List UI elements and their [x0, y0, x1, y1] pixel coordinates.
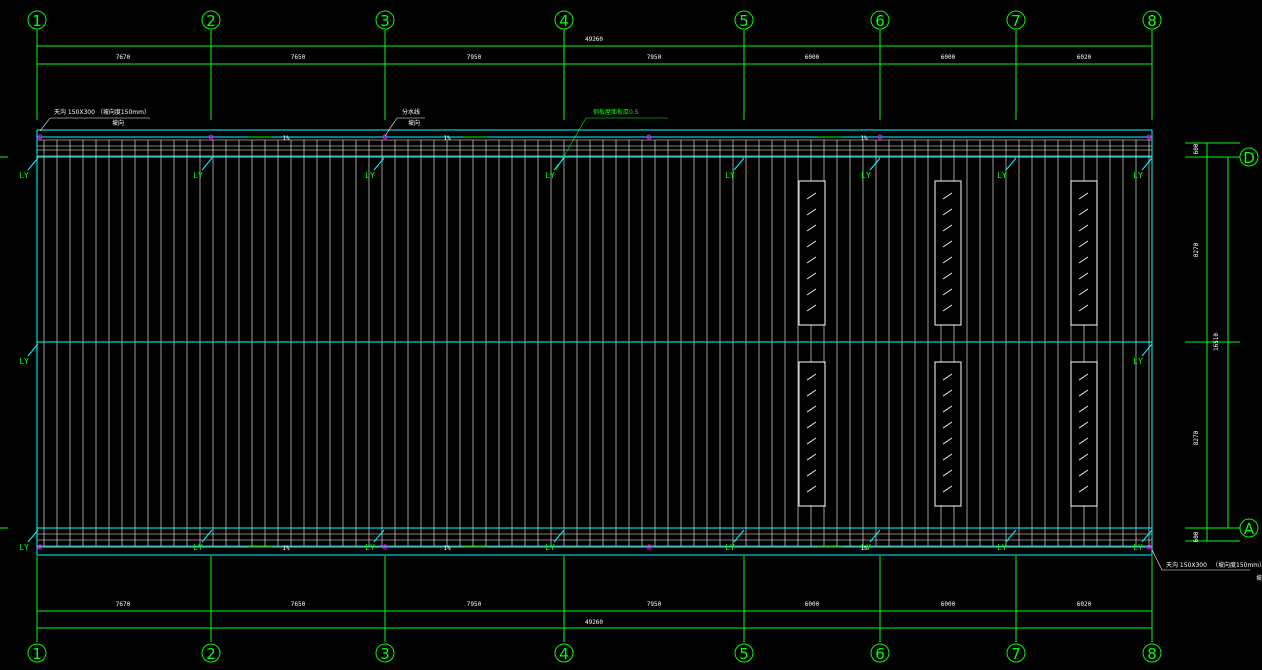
dim-right-part: 8270: [1193, 242, 1200, 257]
skylight: [1070, 361, 1098, 507]
downpipe-label: LY: [545, 171, 555, 180]
grid-bubble-label: A: [1244, 520, 1255, 538]
dim-top-span: 6020: [1077, 54, 1092, 61]
grid-bubble-label: 4: [559, 12, 569, 30]
grid-bubble-label: 5: [739, 12, 749, 30]
note-gutter-top: 天沟 150X300 （坡向度150mm）: [54, 108, 150, 116]
downpipe-label: LY: [19, 357, 29, 366]
dim-top-span: 6000: [941, 54, 956, 61]
dim-top-span: 7950: [467, 54, 482, 61]
skylight: [798, 361, 826, 507]
slope-label: 1%: [282, 545, 290, 552]
grid-bubble-label: 3: [380, 645, 390, 663]
grid-bubble-label: D: [1243, 149, 1255, 167]
slope-label: 1%: [443, 135, 451, 142]
dim-bottom-span: 7950: [647, 601, 662, 608]
downpipe-label: LY: [725, 171, 735, 180]
downpipe-label: LY: [365, 171, 375, 180]
downpipe-label: LY: [1133, 357, 1143, 366]
dim-right-part: 600: [1193, 143, 1200, 154]
dim-bottom-span: 7950: [467, 601, 482, 608]
slope-label: 1%: [860, 135, 868, 142]
note-watershed-sub: 坡向: [408, 119, 420, 127]
grid-bubble-label: 4: [559, 645, 569, 663]
slope-label: 1%: [282, 135, 290, 142]
downpipe-label: LY: [365, 543, 375, 552]
cad-roof-plan: LY LY LY LY LY LY LY LYLY LYLY LY LY LY LY LY LY LY 112…: [0, 0, 1262, 670]
dim-top-span: 6000: [805, 54, 820, 61]
downpipe-label: LY: [725, 543, 735, 552]
downpipe-label: LY: [193, 171, 203, 180]
downpipe-label: LY: [997, 171, 1007, 180]
note-watershed: 分水线: [402, 108, 420, 116]
grid-bubble-label: 8: [1147, 12, 1157, 30]
dim-bottom-span: 6020: [1077, 601, 1092, 608]
downpipe-label: LY: [193, 543, 203, 552]
grid-bubble-label: 7: [1011, 12, 1021, 30]
grid-bubble-label: 2: [206, 645, 216, 663]
canvas-background: [0, 0, 1262, 670]
note-gutter-top-sub: 坡向: [112, 119, 124, 127]
slope-label: 1%: [860, 545, 868, 552]
dim-top-span: 7650: [291, 54, 306, 61]
grid-bubble-label: 1: [32, 12, 42, 30]
downpipe-label: LY: [997, 543, 1007, 552]
note-gutter-bottom: 天沟 150X300: [1166, 561, 1207, 569]
downpipe-label: LY: [861, 171, 871, 180]
note-gutter-bottom-3: 坡向: [1256, 574, 1262, 582]
downpipe-label: LY: [1133, 543, 1143, 552]
dim-right-part: 8270: [1193, 430, 1200, 445]
downpipe-label: LY: [1133, 171, 1143, 180]
grid-bubble-label: 6: [875, 645, 885, 663]
dim-bottom-span: 6000: [941, 601, 956, 608]
grid-bubble-label: 6: [875, 12, 885, 30]
grid-bubble-label: 8: [1147, 645, 1157, 663]
grid-bubble-label: 7: [1011, 645, 1021, 663]
skylight: [934, 361, 962, 507]
dim-bottom-span: 7670: [116, 601, 131, 608]
dim-bottom-total: 49260: [585, 619, 603, 626]
skylight: [798, 180, 826, 326]
downpipe-label: LY: [545, 543, 555, 552]
grid-bubble-label: 3: [380, 12, 390, 30]
dim-bottom-span: 6000: [805, 601, 820, 608]
dim-top-total: 49260: [585, 36, 603, 43]
downpipe-label: LY: [19, 543, 29, 552]
dim-right-total: 16510: [1213, 333, 1220, 351]
grid-bubble-label: 2: [206, 12, 216, 30]
slope-label: 1%: [443, 545, 451, 552]
dim-top-span: 7950: [647, 54, 662, 61]
skylight: [934, 180, 962, 326]
grid-bubble-label: 5: [739, 645, 749, 663]
note-panel: 钢板屋面板厚0.5: [593, 108, 639, 116]
dim-right-part: 600: [1193, 531, 1200, 542]
skylight: [1070, 180, 1098, 326]
dim-top-span: 7670: [116, 54, 131, 61]
note-gutter-bottom-2: （坡向度150mm）: [1212, 561, 1262, 569]
grid-bubble-label: 1: [32, 645, 42, 663]
downpipe-label: LY: [19, 171, 29, 180]
dim-bottom-span: 7650: [291, 601, 306, 608]
